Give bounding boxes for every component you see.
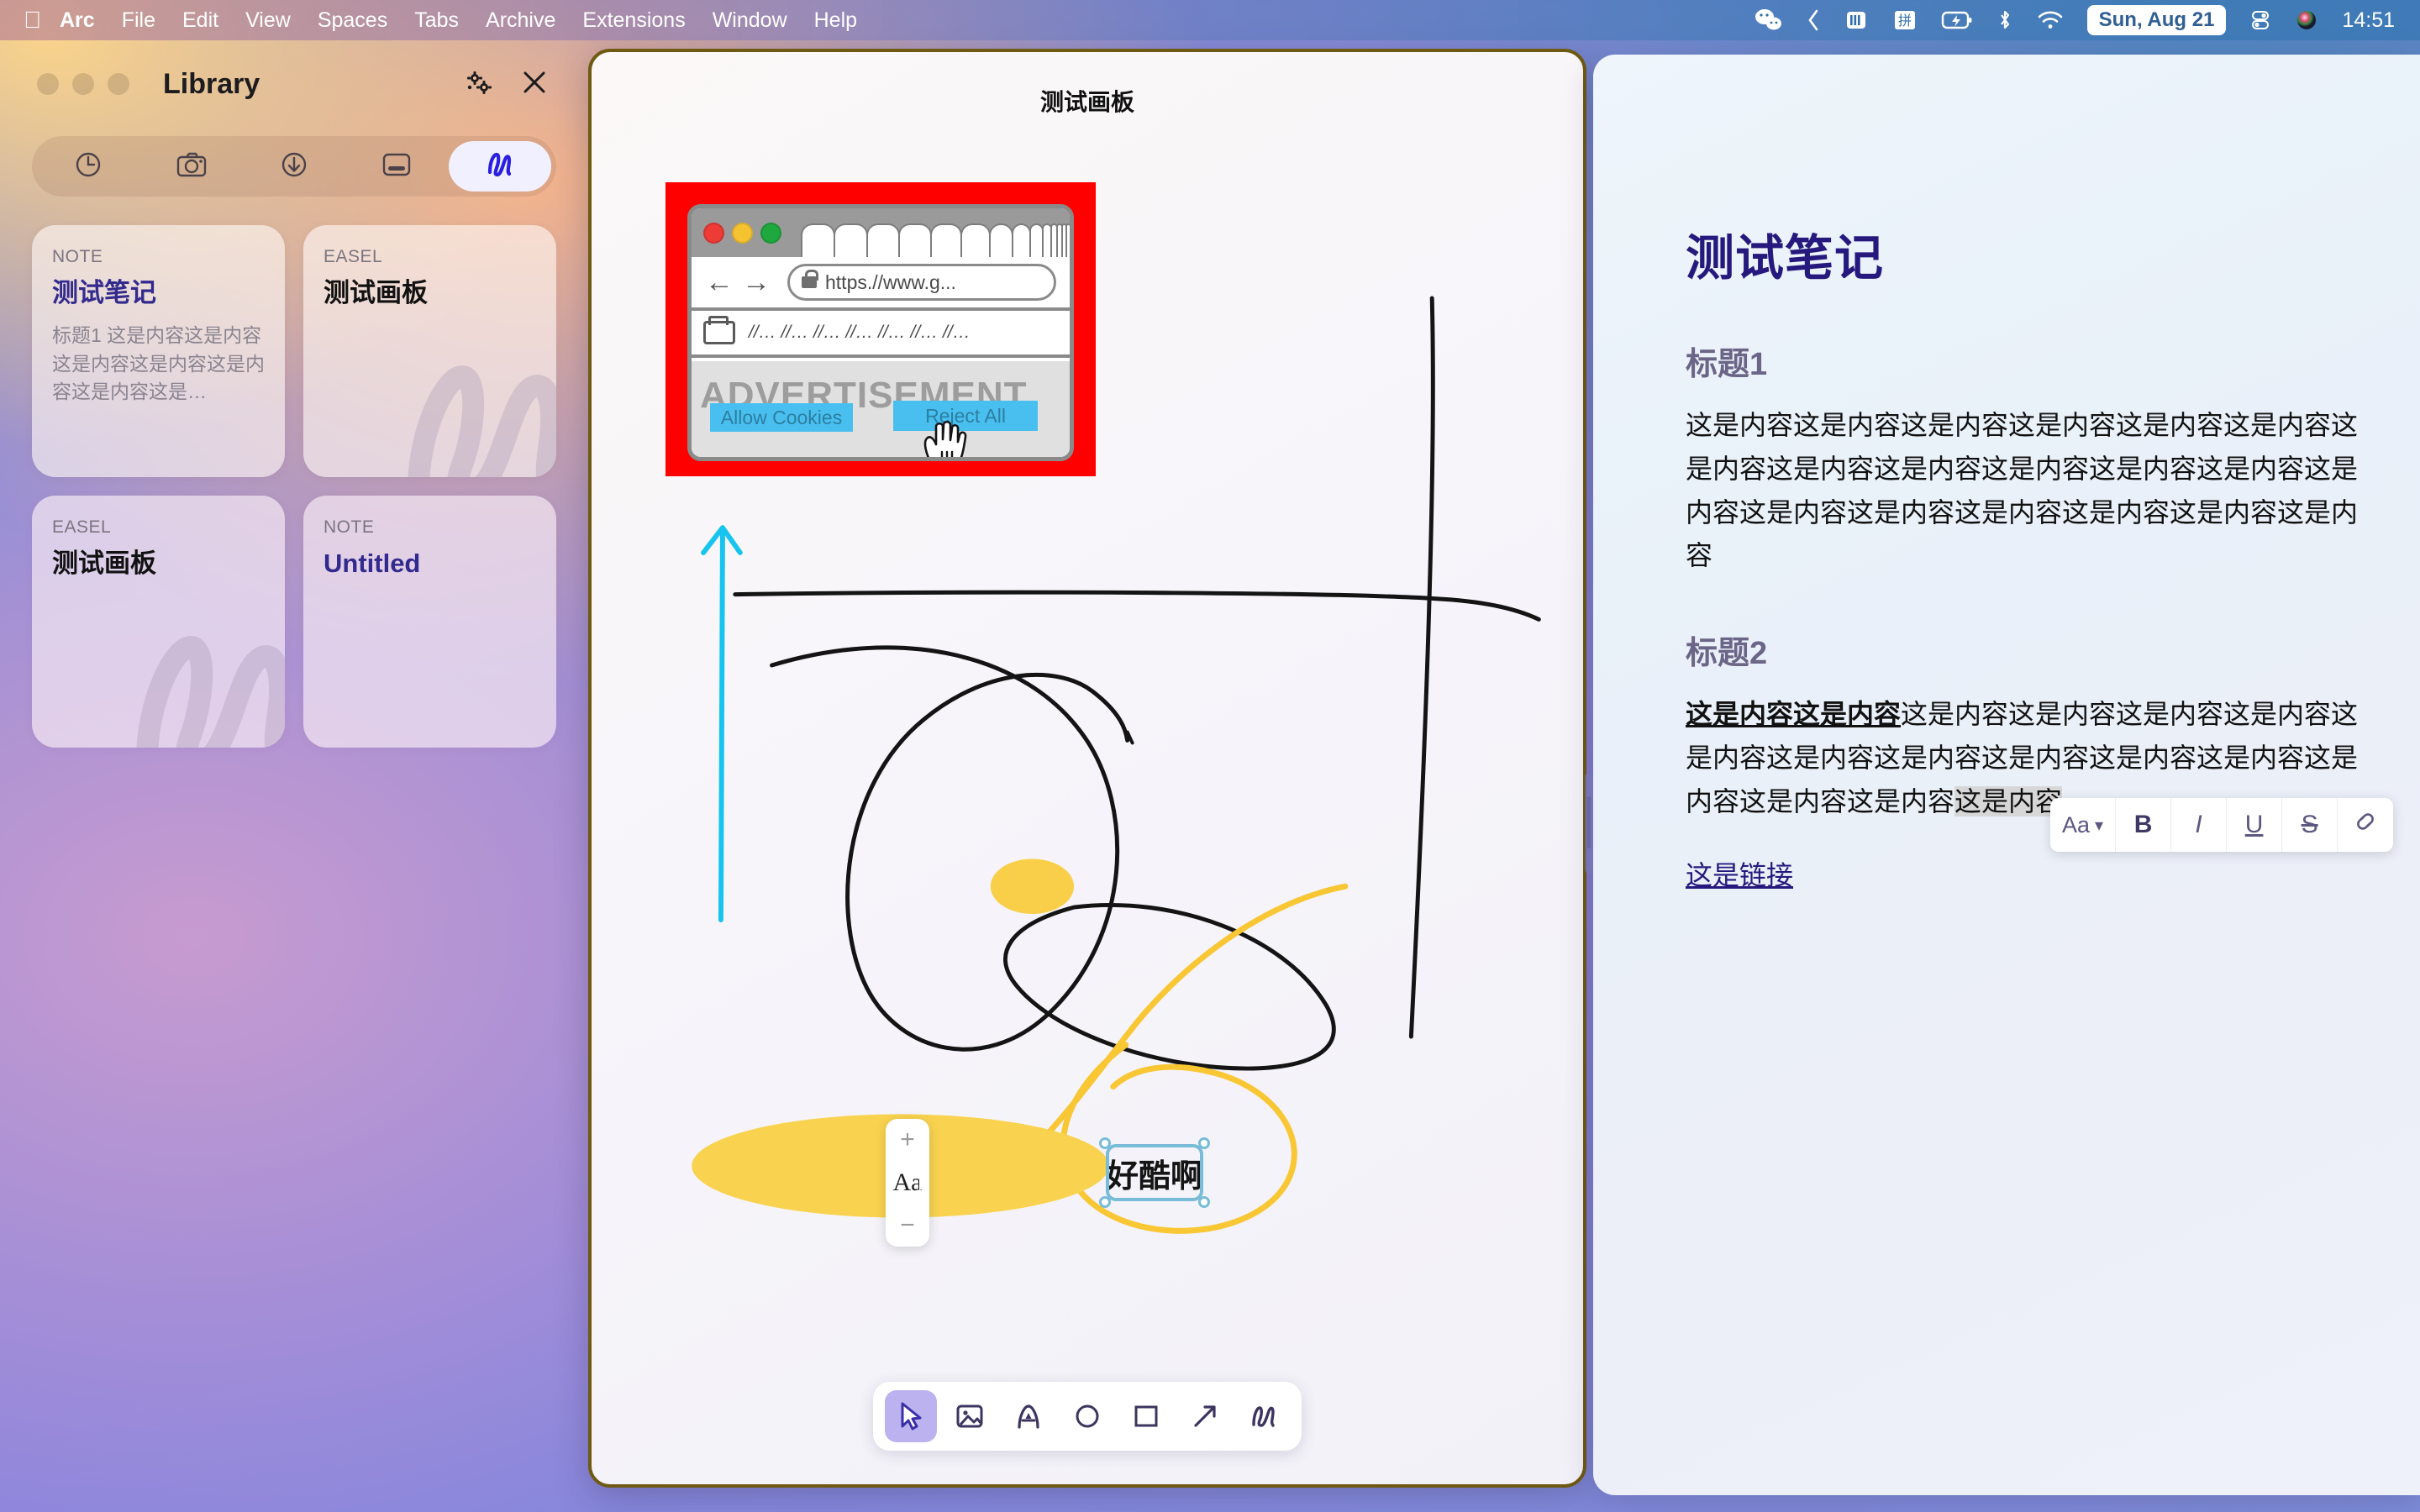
note-title[interactable]: 测试笔记 bbox=[1686, 218, 2361, 289]
card-title: 测试笔记 bbox=[52, 278, 156, 307]
note-window: 测试笔记 标题1 这是内容这是内容这是内容这是内容这是内容这是内容这是内容这是内… bbox=[1593, 55, 2420, 1495]
download-icon bbox=[279, 150, 309, 184]
list-item[interactable]: EASEL 测试画板 bbox=[303, 225, 556, 477]
gears-icon[interactable] bbox=[464, 68, 492, 101]
card-kind: NOTE bbox=[52, 247, 103, 266]
wechat-icon[interactable] bbox=[1754, 8, 1783, 32]
font-size-popover: + Aa − bbox=[886, 1119, 929, 1247]
note-bold-underline-run: 这是内容这是内容 bbox=[1686, 699, 1902, 730]
chevron-down-icon: ▾ bbox=[2095, 816, 2104, 835]
window-icon bbox=[381, 150, 413, 183]
decrease-font-size-button[interactable]: − bbox=[900, 1213, 915, 1238]
library-title: Library bbox=[163, 67, 260, 100]
easel-yellow-ellipse[interactable] bbox=[592, 52, 1583, 1481]
resize-handle-top-left[interactable] bbox=[1099, 1137, 1111, 1149]
rectangle-tool-button[interactable] bbox=[1120, 1390, 1172, 1442]
card-kind: EASEL bbox=[324, 247, 383, 266]
select-tool-button[interactable] bbox=[885, 1390, 937, 1442]
selected-text-object[interactable]: 好酷啊 bbox=[1099, 1137, 1210, 1208]
italic-button[interactable]: I bbox=[2171, 798, 2228, 852]
card-title: 测试画板 bbox=[324, 278, 428, 307]
font-size-label[interactable]: Aa bbox=[893, 1168, 923, 1197]
card-kind: EASEL bbox=[52, 517, 112, 537]
text-format-toolbar: Aa ▾ B I U S bbox=[2050, 798, 2394, 852]
increase-font-size-button[interactable]: + bbox=[900, 1127, 915, 1152]
menu-bar-date[interactable]: Sun, Aug 21 bbox=[2086, 5, 2227, 35]
easel-squiggle-watermark-icon bbox=[132, 626, 285, 748]
control-center-icon[interactable] bbox=[2249, 8, 2271, 32]
arrow-tool-button[interactable] bbox=[1179, 1390, 1231, 1442]
sidebar-item-easels-notes[interactable] bbox=[448, 141, 552, 192]
bluetooth-icon[interactable] bbox=[1996, 8, 2013, 32]
text-style-dropdown[interactable]: Aa ▾ bbox=[2050, 798, 2117, 852]
traffic-light-zoom[interactable] bbox=[108, 73, 129, 95]
chevron-left-icon[interactable] bbox=[1807, 8, 1820, 32]
library-window: Library NOTE 测试笔记 标题1 这是内容这是内容这是内容这是内容这是… bbox=[0, 40, 588, 1512]
menu-item-spaces[interactable]: Spaces bbox=[318, 8, 387, 33]
menu-item-file[interactable]: File bbox=[122, 8, 155, 33]
sidebar-item-captures[interactable] bbox=[139, 141, 242, 192]
sidebar-item-downloads[interactable] bbox=[243, 141, 345, 192]
traffic-light-close[interactable] bbox=[37, 73, 59, 95]
note-selected-run: 这是内容 bbox=[1954, 785, 2063, 816]
menu-bar-status-area: 拼 Sun, Aug 21 14:51 bbox=[1754, 5, 2420, 35]
card-preview: 标题1 这是内容这是内容这是内容这是内容这是内容这是内容这是… bbox=[52, 324, 265, 402]
list-item[interactable]: NOTE 测试笔记 标题1 这是内容这是内容这是内容这是内容这是内容这是内容这是… bbox=[32, 225, 285, 477]
link-icon bbox=[2352, 811, 2379, 839]
underline-button[interactable]: U bbox=[2227, 798, 2283, 852]
menu-item-window[interactable]: Window bbox=[713, 8, 787, 33]
note-heading-2[interactable]: 标题2 bbox=[1686, 627, 2361, 673]
strikethrough-button[interactable]: S bbox=[2282, 798, 2338, 852]
link-button[interactable] bbox=[2338, 798, 2393, 852]
list-item[interactable]: NOTE Untitled bbox=[303, 496, 556, 748]
card-title: 测试画板 bbox=[52, 549, 156, 578]
library-header: Library bbox=[32, 40, 556, 118]
note-heading-1[interactable]: 标题1 bbox=[1686, 338, 2361, 384]
card-kind: NOTE bbox=[324, 517, 375, 537]
resize-handle-bottom-left[interactable] bbox=[1099, 1196, 1111, 1208]
card-title: Untitled bbox=[324, 549, 421, 578]
selection-frame bbox=[1106, 1144, 1203, 1201]
image-tool-button[interactable] bbox=[944, 1390, 996, 1442]
ellipse-tool-button[interactable] bbox=[1061, 1390, 1113, 1442]
svg-text:拼: 拼 bbox=[1898, 13, 1912, 29]
easel-window: 测试画板 ← → https.//www.g... //… //… //… //… bbox=[588, 49, 1586, 1488]
sidebar-item-archived-tabs[interactable] bbox=[345, 141, 448, 192]
pen-tool-button[interactable] bbox=[1238, 1390, 1290, 1442]
resize-handle-top-right[interactable] bbox=[1198, 1137, 1210, 1149]
easel-toolbar bbox=[873, 1382, 1302, 1451]
resize-handle-bottom-right[interactable] bbox=[1198, 1196, 1210, 1208]
macos-menu-bar:  Arc File Edit View Spaces Tabs Archive… bbox=[0, 0, 2420, 40]
menu-item-tabs[interactable]: Tabs bbox=[414, 8, 459, 33]
menu-item-archive[interactable]: Archive bbox=[486, 8, 555, 33]
note-paragraph-1[interactable]: 这是内容这是内容这是内容这是内容这是内容这是内容这是内容这是内容这是内容这是内容… bbox=[1686, 404, 2361, 578]
pen-squiggle-icon bbox=[483, 150, 517, 184]
library-tab-bar bbox=[32, 136, 556, 197]
menu-item-view[interactable]: View bbox=[245, 8, 291, 33]
clock-icon bbox=[73, 150, 103, 184]
camera-icon bbox=[175, 150, 208, 184]
menu-item-extensions[interactable]: Extensions bbox=[582, 8, 685, 33]
text-style-label: Aa bbox=[2062, 811, 2091, 837]
easel-squiggle-watermark-icon bbox=[403, 355, 556, 477]
menu-item-help[interactable]: Help bbox=[814, 8, 857, 33]
library-card-grid: NOTE 测试笔记 标题1 这是内容这是内容这是内容这是内容这是内容这是内容这是… bbox=[32, 225, 556, 748]
wifi-icon[interactable] bbox=[2037, 9, 2064, 31]
panel-resize-handle[interactable] bbox=[1585, 773, 1593, 874]
input-source-pinyin-icon[interactable]: 拼 bbox=[1892, 8, 1918, 32]
close-icon[interactable] bbox=[521, 69, 548, 100]
traffic-light-minimize[interactable] bbox=[72, 73, 94, 95]
siri-icon[interactable] bbox=[2295, 8, 2318, 32]
menu-item-edit[interactable]: Edit bbox=[182, 8, 218, 33]
menu-bar-clock[interactable]: 14:51 bbox=[2342, 8, 2395, 33]
list-item[interactable]: EASEL 测试画板 bbox=[32, 496, 285, 748]
text-tool-button[interactable] bbox=[1002, 1390, 1055, 1442]
battery-menu-icon[interactable] bbox=[1844, 8, 1869, 32]
menu-item-arc[interactable]: Arc bbox=[60, 8, 95, 33]
bold-button[interactable]: B bbox=[2116, 798, 2172, 852]
sidebar-item-recents[interactable] bbox=[37, 141, 139, 192]
apple-logo-icon[interactable]:  bbox=[24, 8, 41, 32]
battery-charging-icon[interactable] bbox=[1941, 9, 1973, 31]
note-link[interactable]: 这是链接 bbox=[1686, 854, 1793, 893]
